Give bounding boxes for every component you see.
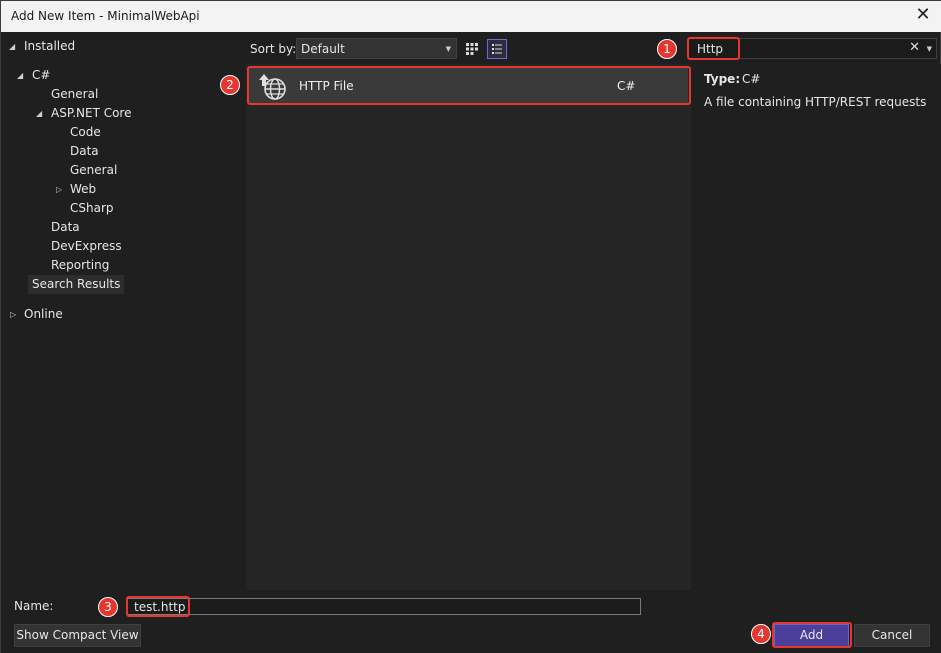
callout-3: 3 — [98, 597, 118, 617]
tree-label: Installed — [24, 39, 76, 53]
tree-item-online[interactable]: ▷ Online — [10, 305, 63, 324]
add-new-item-dialog: Add New Item - MinimalWebApi ✕ ◢ Install… — [0, 0, 941, 653]
callout-4: 4 — [751, 624, 771, 644]
highlight-name — [126, 596, 190, 617]
chevron-down-icon[interactable]: ▼ — [927, 45, 932, 53]
tree-item-csharp[interactable]: ◢ C# — [17, 66, 51, 85]
tree-label: ASP.NET Core — [51, 106, 132, 120]
template-tree: ◢ Installed ◢ C# General ◢ ASP.NET Core … — [1, 32, 246, 590]
tree-item-web[interactable]: ▷ Web — [56, 180, 97, 199]
highlight-http-file — [247, 66, 691, 105]
tree-item-csharp-sub[interactable]: CSharp — [70, 199, 114, 218]
tree-label: C# — [32, 68, 51, 82]
tree-label: Search Results — [32, 277, 121, 291]
tree-item-reporting[interactable]: Reporting — [51, 256, 109, 275]
callout-1: 1 — [657, 39, 677, 59]
tree-label: CSharp — [70, 201, 114, 215]
highlight-search — [687, 37, 740, 60]
tree-label: Data — [70, 144, 99, 158]
item-description: A file containing HTTP/REST requests — [704, 95, 927, 109]
expanded-arrow-icon[interactable]: ◢ — [36, 104, 46, 123]
highlight-add — [772, 622, 852, 648]
tree-label: General — [70, 163, 118, 177]
sort-by-label: Sort by: — [250, 42, 297, 56]
tree-item-general[interactable]: General — [51, 85, 98, 104]
title-bar: Add New Item - MinimalWebApi ✕ — [1, 1, 941, 32]
name-label: Name: — [14, 599, 54, 613]
cancel-button[interactable]: Cancel — [854, 624, 930, 647]
tree-label: Online — [24, 307, 63, 321]
window-title: Add New Item - MinimalWebApi — [11, 9, 200, 23]
grid-icon — [466, 43, 478, 55]
list-view-button[interactable] — [487, 39, 507, 59]
tree-item-general-aspnet[interactable]: General — [70, 161, 117, 180]
grid-view-button[interactable] — [462, 39, 482, 59]
tree-label: Reporting — [51, 258, 110, 272]
sort-by-value: Default — [301, 42, 345, 56]
expanded-arrow-icon[interactable]: ◢ — [17, 66, 27, 85]
type-value: C# — [742, 72, 761, 86]
tree-item-devexpress[interactable]: DevExpress — [51, 237, 122, 256]
type-label: Type: — [704, 72, 741, 86]
close-icon[interactable]: ✕ — [914, 5, 932, 25]
clear-search-icon[interactable]: ✕ — [909, 40, 920, 55]
list-icon — [492, 44, 502, 54]
expanded-arrow-icon[interactable]: ◢ — [9, 37, 19, 56]
show-compact-view-button[interactable]: Show Compact View — [14, 624, 141, 647]
template-list: HTTP File C# — [246, 64, 691, 590]
tree-item-data-root[interactable]: Data — [51, 218, 80, 237]
tree-label: DevExpress — [51, 239, 122, 253]
callout-2: 2 — [220, 75, 240, 95]
tree-item-aspnet-core[interactable]: ◢ ASP.NET Core — [36, 104, 132, 123]
details-pane: Type: C# A file containing HTTP/REST req… — [691, 64, 941, 590]
sort-by-select[interactable]: Default ▼ — [296, 38, 457, 59]
tree-label: Web — [70, 182, 97, 196]
tree-item-installed[interactable]: ◢ Installed — [9, 37, 76, 56]
tree-item-search-results[interactable]: Search Results — [28, 275, 125, 294]
collapsed-arrow-icon[interactable]: ▷ — [10, 305, 20, 324]
tree-item-code[interactable]: Code — [70, 123, 101, 142]
collapsed-arrow-icon[interactable]: ▷ — [56, 180, 66, 199]
tree-label: Code — [70, 125, 101, 139]
chevron-down-icon: ▼ — [445, 45, 451, 53]
tree-item-data[interactable]: Data — [70, 142, 99, 161]
tree-label: Data — [51, 220, 80, 234]
name-input[interactable] — [127, 598, 641, 615]
tree-label: General — [51, 87, 99, 101]
